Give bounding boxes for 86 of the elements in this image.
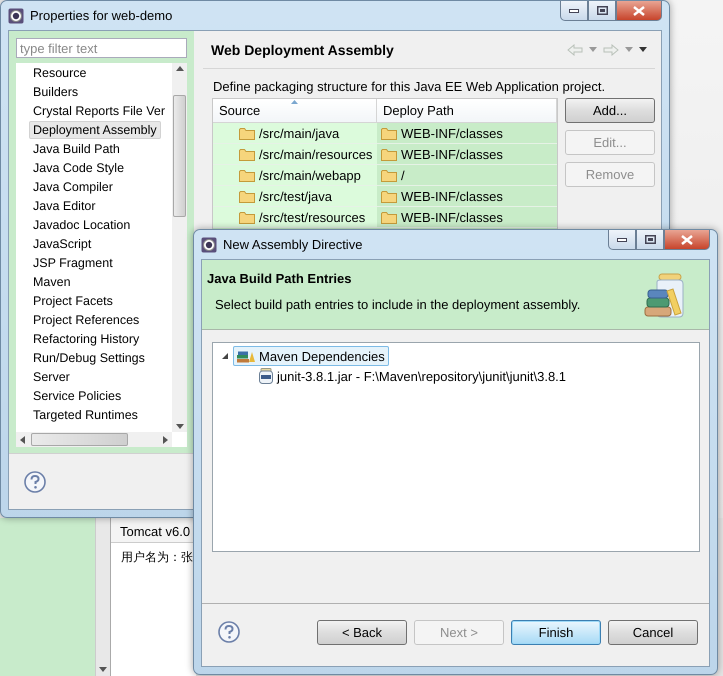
nav-item[interactable]: JavaScript [29,235,96,253]
console-output: 用户名为：张 [120,549,194,566]
nav-item[interactable]: Refactoring History [29,330,144,348]
scroll-down-arrow-icon[interactable] [176,424,184,429]
nav-item[interactable]: Crystal Reports File Ver [29,102,169,120]
close-icon [633,6,645,16]
minimize-button[interactable] [608,230,636,250]
close-button[interactable] [664,230,710,250]
folder-icon [239,148,255,160]
nav-item[interactable]: Deployment Assembly [29,121,161,139]
wizard-button[interactable]: < Back [317,620,407,644]
nav-item[interactable]: JSP Fragment [29,254,117,272]
collapse-arrow-icon[interactable] [221,352,229,360]
cell-text: /src/main/resources [259,146,372,162]
filter-field[interactable]: type filter text [16,38,188,58]
wizard-button[interactable]: Finish [511,620,601,644]
column-header[interactable]: Deploy Path [377,99,557,122]
scroll-right-arrow-icon[interactable] [163,436,168,444]
nav-item[interactable]: Javadoc Location [29,216,134,234]
nav-item[interactable]: Targeted Runtimes [29,406,142,424]
nav-item[interactable]: Java Build Path [29,140,124,158]
scroll-left-arrow-icon[interactable] [20,436,25,444]
maximize-button[interactable] [636,230,664,250]
folder-icon [381,210,397,224]
cell-text: /src/main/webapp [259,168,361,182]
nav-item[interactable]: Project Facets [29,292,117,310]
nav-item[interactable]: Project References [29,311,144,329]
close-icon [681,234,693,244]
page-description: Define packaging structure for this Java EE Web Application project. [212,78,606,94]
cell-text: / [401,168,405,182]
nav-item[interactable]: Java Code Style [29,159,128,177]
column-header[interactable]: Source [213,99,377,122]
help-icon[interactable] [24,470,46,492]
maximize-button[interactable] [588,1,616,21]
app-icon [201,236,217,252]
minimize-icon [617,238,627,242]
vertical-scrollbar[interactable] [172,63,188,432]
folder-icon [381,148,397,160]
folder-icon [239,210,255,224]
cell-text: /src/test/java [259,188,332,204]
minimize-icon [569,8,579,12]
console-tab[interactable]: Tomcat v6.0 [111,518,196,543]
folder-icon [381,168,397,182]
folder-icon [381,190,397,202]
scroll-thumb[interactable] [173,95,186,217]
dialog-title: New Assembly Directive [223,237,364,252]
cell-text: /src/main/java [259,126,340,140]
vertical-scrollbar[interactable] [95,518,110,676]
tree-item[interactable]: junit-3.8.1.jar - F:\Maven\repository\junit\junit\3.8.1 [255,366,570,386]
jar-icon [259,368,273,384]
cell-text: WEB-INF/classes [401,146,503,162]
scroll-down-arrow-icon[interactable] [99,667,107,672]
wizard-button[interactable]: Cancel [608,620,698,644]
folder-icon [239,126,255,140]
cell-text: WEB-INF/classes [401,126,503,140]
nav-item[interactable]: Builders [29,83,82,101]
folder-icon [381,126,397,140]
cell-text: /src/test/resources [259,210,366,224]
horizontal-scrollbar[interactable] [16,432,172,447]
scroll-thumb[interactable] [31,433,128,446]
cell-text: WEB-INF/classes [401,188,503,204]
folder-icon [239,190,255,202]
sort-arrow-icon [291,100,298,104]
folder-icon [239,168,255,182]
nav-item[interactable]: Run/Debug Settings [29,349,149,367]
dialog-message: Select build path entries to include in the deployment assembly. [215,297,580,312]
page-title: Web Deployment Assembly [211,42,395,58]
app-icon [8,8,24,24]
nav-item[interactable]: Java Editor [29,197,100,215]
dialog-heading: Java Build Path Entries [207,271,352,286]
nav-item[interactable]: Resource [29,64,90,82]
nav-item[interactable]: Service Policies [29,387,126,405]
cell-text: WEB-INF/classes [401,210,503,224]
tree-item[interactable]: Maven Dependencies [233,346,389,366]
books-icon [237,349,255,363]
minimize-button[interactable] [560,1,588,21]
help-icon[interactable] [218,621,240,643]
nav-item[interactable]: Server [29,368,74,386]
maximize-icon [644,235,656,244]
nav-item[interactable]: Java Compiler [29,178,117,196]
window-title: Properties for web-demo [30,8,174,23]
nav-item[interactable]: Maven [29,273,75,291]
close-button[interactable] [616,1,662,21]
action-button[interactable]: Add... [565,98,655,123]
maximize-icon [596,6,608,15]
scroll-up-arrow-icon[interactable] [176,66,184,71]
